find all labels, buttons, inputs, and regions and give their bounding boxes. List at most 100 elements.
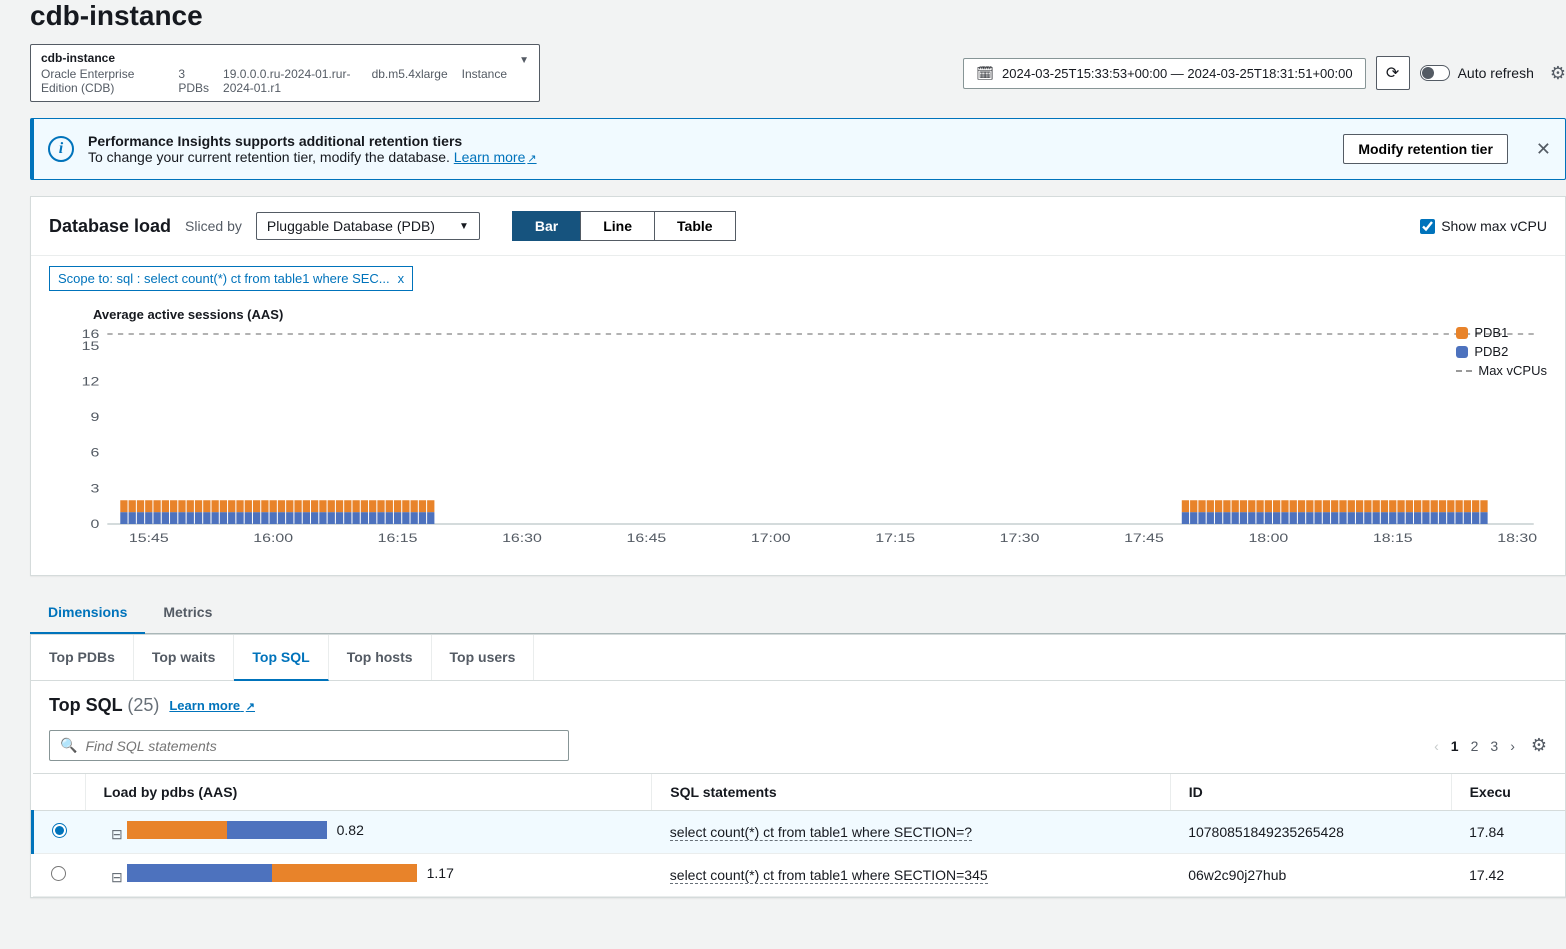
svg-text:17:30: 17:30: [1000, 531, 1040, 545]
page-next-icon[interactable]: ›: [1510, 738, 1515, 754]
sql-id: 06w2c90j27hub: [1170, 854, 1451, 897]
chart-view-segmented: Bar Line Table: [512, 211, 736, 241]
external-link-icon: ↗: [527, 153, 536, 165]
row-radio[interactable]: [51, 866, 66, 881]
svg-text:18:30: 18:30: [1497, 531, 1537, 545]
sliced-by-dropdown[interactable]: Pluggable Database (PDB) ▼: [256, 212, 480, 240]
svg-text:17:15: 17:15: [875, 531, 915, 545]
svg-text:16: 16: [82, 328, 100, 341]
subtab-top-pdbs[interactable]: Top PDBs: [31, 635, 134, 680]
database-load-panel: Database load Sliced by Pluggable Databa…: [30, 196, 1566, 576]
auto-refresh-toggle[interactable]: Auto refresh: [1420, 65, 1534, 81]
svg-text:18:00: 18:00: [1248, 531, 1288, 545]
aas-chart[interactable]: 036912151615:4516:0016:1516:3016:4517:00…: [49, 328, 1547, 548]
exec-value: 17.84: [1451, 811, 1565, 854]
remove-chip-icon[interactable]: x: [398, 271, 405, 286]
show-max-vcpu-checkbox[interactable]: Show max vCPU: [1420, 218, 1547, 234]
banner-learn-more-link[interactable]: Learn more↗: [454, 149, 537, 165]
legend-swatch-pdb2: [1456, 346, 1468, 358]
view-table-button[interactable]: Table: [654, 211, 736, 241]
external-link-icon: ↗: [246, 701, 255, 713]
dbload-heading: Database load: [49, 216, 171, 237]
table-row[interactable]: ⊟ 1.17 select count(*) ct from table1 wh…: [33, 854, 1566, 897]
svg-text:17:45: 17:45: [1124, 531, 1164, 545]
top-dimensions-panel: Top PDBs Top waits Top SQL Top hosts Top…: [30, 634, 1566, 898]
pagination: ‹ 1 2 3 ›: [1434, 738, 1515, 754]
top-sql-header: Top SQL (25) Learn more ↗: [31, 681, 1565, 730]
chart-legend: PDB1 PDB2 Max vCPUs: [1456, 325, 1547, 382]
sql-search-input[interactable]: [85, 738, 558, 754]
main-tabs: Dimensions Metrics: [30, 592, 1566, 634]
page-2[interactable]: 2: [1471, 738, 1479, 754]
svg-text:12: 12: [82, 374, 100, 388]
svg-text:15:45: 15:45: [129, 531, 169, 545]
row-radio[interactable]: [52, 823, 67, 838]
load-bar: 1.17: [127, 864, 454, 882]
col-sql[interactable]: SQL statements: [652, 774, 1170, 811]
expand-icon[interactable]: ⊟: [111, 869, 123, 885]
instance-meta: Oracle Enterprise Edition (CDB) 3 PDBs 1…: [41, 67, 507, 95]
subtab-top-sql[interactable]: Top SQL: [234, 635, 328, 681]
toggle-off-icon: [1420, 65, 1450, 81]
svg-text:3: 3: [91, 481, 100, 495]
view-bar-button[interactable]: Bar: [512, 211, 580, 241]
scope-filter-chip[interactable]: Scope to: sql : select count(*) ct from …: [49, 266, 413, 291]
table-row[interactable]: ⊟ 0.82 select count(*) ct from table1 wh…: [33, 811, 1566, 854]
info-icon: i: [48, 136, 74, 162]
instance-name: cdb-instance: [41, 51, 507, 65]
sql-id: 10780851849235265428: [1170, 811, 1451, 854]
svg-text:18:15: 18:15: [1373, 531, 1413, 545]
page-title: cdb-instance: [30, 0, 1566, 32]
view-line-button[interactable]: Line: [580, 211, 654, 241]
retention-info-banner: i Performance Insights supports addition…: [30, 118, 1566, 180]
sql-statement[interactable]: select count(*) ct from table1 where SEC…: [670, 824, 972, 841]
legend-swatch-pdb1: [1456, 327, 1468, 339]
top-sql-filter-row: 🔍 ‹ 1 2 3 › ⚙: [31, 730, 1565, 773]
tab-metrics[interactable]: Metrics: [145, 592, 230, 633]
time-range-picker[interactable]: 🗓 2024-03-25T15:33:53+00:00 — 2024-03-25…: [963, 58, 1365, 89]
caret-down-icon: ▼: [459, 221, 469, 232]
search-icon: 🔍: [60, 737, 77, 754]
svg-text:16:15: 16:15: [378, 531, 418, 545]
modify-retention-tier-button[interactable]: Modify retention tier: [1343, 134, 1508, 164]
refresh-icon: ⟳: [1386, 63, 1399, 83]
chart-area: Average active sessions (AAS) PDB1 PDB2 …: [31, 291, 1565, 575]
top-sql-learn-more-link[interactable]: Learn more ↗: [169, 698, 255, 713]
caret-down-icon: ▼: [519, 55, 529, 66]
panel-header: Database load Sliced by Pluggable Databa…: [31, 197, 1565, 256]
page-1[interactable]: 1: [1451, 738, 1459, 754]
tab-dimensions[interactable]: Dimensions: [30, 592, 145, 634]
svg-text:6: 6: [91, 446, 100, 460]
svg-text:16:00: 16:00: [253, 531, 293, 545]
load-value: 1.17: [427, 865, 454, 881]
top-sql-table: Load by pdbs (AAS) SQL statements ID Exe…: [31, 773, 1565, 897]
subtab-top-users[interactable]: Top users: [432, 635, 535, 680]
instance-selector[interactable]: cdb-instance Oracle Enterprise Edition (…: [30, 44, 540, 102]
page-3[interactable]: 3: [1490, 738, 1498, 754]
dimension-subtabs: Top PDBs Top waits Top SQL Top hosts Top…: [31, 635, 1565, 681]
table-settings-gear-icon[interactable]: ⚙: [1531, 735, 1547, 756]
sql-statement[interactable]: select count(*) ct from table1 where SEC…: [670, 867, 988, 884]
banner-title: Performance Insights supports additional…: [88, 133, 537, 149]
col-id[interactable]: ID: [1170, 774, 1451, 811]
svg-text:16:45: 16:45: [626, 531, 666, 545]
subtab-top-waits[interactable]: Top waits: [134, 635, 235, 680]
chart-title: Average active sessions (AAS): [93, 307, 1547, 322]
sql-search-box[interactable]: 🔍: [49, 730, 569, 761]
exec-value: 17.42: [1451, 854, 1565, 897]
svg-text:0: 0: [91, 517, 100, 531]
col-exec[interactable]: Execu: [1451, 774, 1565, 811]
subtab-top-hosts[interactable]: Top hosts: [329, 635, 432, 680]
calendar-icon: 🗓: [976, 65, 994, 82]
close-icon[interactable]: ✕: [1536, 139, 1551, 160]
page-prev-icon[interactable]: ‹: [1434, 738, 1439, 754]
svg-text:16:30: 16:30: [502, 531, 542, 545]
col-load[interactable]: Load by pdbs (AAS): [85, 774, 652, 811]
expand-icon[interactable]: ⊟: [111, 826, 123, 842]
top-controls-row: cdb-instance Oracle Enterprise Edition (…: [30, 44, 1566, 102]
svg-text:17:00: 17:00: [751, 531, 791, 545]
refresh-button[interactable]: ⟳: [1376, 56, 1410, 90]
svg-text:9: 9: [91, 410, 100, 424]
load-value: 0.82: [337, 822, 364, 838]
gear-icon[interactable]: ⚙: [1550, 63, 1566, 84]
